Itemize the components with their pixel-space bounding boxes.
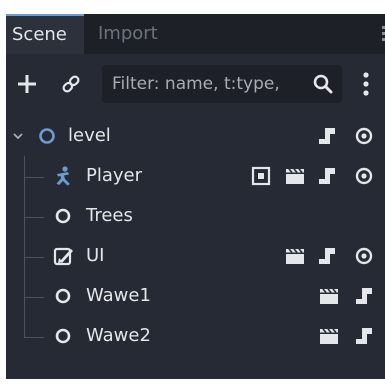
instance-scene-button[interactable] bbox=[56, 69, 86, 99]
tree-item-label[interactable]: Trees bbox=[86, 204, 133, 228]
script-icon[interactable] bbox=[316, 245, 338, 267]
kebab-menu-icon[interactable] bbox=[356, 69, 376, 99]
tree-item-player[interactable]: Player bbox=[6, 156, 385, 196]
tree-item-ui[interactable]: UI bbox=[6, 236, 385, 276]
clapperboard-icon[interactable] bbox=[284, 165, 306, 187]
chevron-down-icon[interactable] bbox=[12, 130, 24, 142]
add-node-button[interactable] bbox=[12, 69, 42, 99]
scene-tree: level Player Trees UI Wawe1 Wawe2 bbox=[6, 116, 385, 366]
control-icon bbox=[53, 247, 73, 266]
plus-icon bbox=[18, 75, 36, 93]
node3d-circle-icon bbox=[39, 128, 55, 144]
filter-input[interactable] bbox=[102, 65, 302, 103]
script-icon[interactable] bbox=[316, 125, 338, 147]
tree-item-label[interactable]: Player bbox=[86, 164, 142, 188]
link-icon bbox=[62, 75, 80, 93]
tree-item-label[interactable]: Wawe1 bbox=[86, 284, 151, 308]
clapperboard-icon[interactable] bbox=[318, 285, 340, 307]
tree-item-label[interactable]: Wawe2 bbox=[86, 324, 151, 348]
tree-item-level[interactable]: level bbox=[6, 116, 385, 156]
visibility-eye-icon[interactable] bbox=[353, 125, 375, 147]
tab-scene[interactable]: Scene bbox=[6, 14, 84, 54]
scene-toolbar bbox=[6, 54, 385, 114]
instance-icon[interactable] bbox=[250, 165, 272, 187]
character-body-icon bbox=[56, 166, 70, 186]
tab-import[interactable]: Import bbox=[98, 14, 158, 54]
tree-item-wawe2[interactable]: Wawe2 bbox=[6, 316, 385, 356]
clapperboard-icon[interactable] bbox=[318, 325, 340, 347]
tab-bar: Scene Import bbox=[6, 14, 385, 54]
script-icon[interactable] bbox=[316, 165, 338, 187]
search-icon[interactable] bbox=[312, 73, 334, 95]
tree-item-trees[interactable]: Trees bbox=[6, 196, 385, 236]
tree-item-wawe1[interactable]: Wawe1 bbox=[6, 276, 385, 316]
scene-dock: Scene Import Filter: name, t:type, level… bbox=[6, 14, 385, 379]
node-circle-icon bbox=[55, 288, 71, 304]
script-icon[interactable] bbox=[353, 285, 375, 307]
visibility-eye-icon[interactable] bbox=[353, 165, 375, 187]
clapperboard-icon[interactable] bbox=[284, 245, 306, 267]
tree-item-label[interactable]: level bbox=[68, 124, 111, 148]
node-circle-icon bbox=[55, 208, 71, 224]
node-circle-icon bbox=[55, 328, 71, 344]
tree-item-label[interactable]: UI bbox=[86, 244, 104, 268]
filter-box bbox=[102, 65, 342, 103]
visibility-eye-icon[interactable] bbox=[353, 245, 375, 267]
script-icon[interactable] bbox=[353, 325, 375, 347]
